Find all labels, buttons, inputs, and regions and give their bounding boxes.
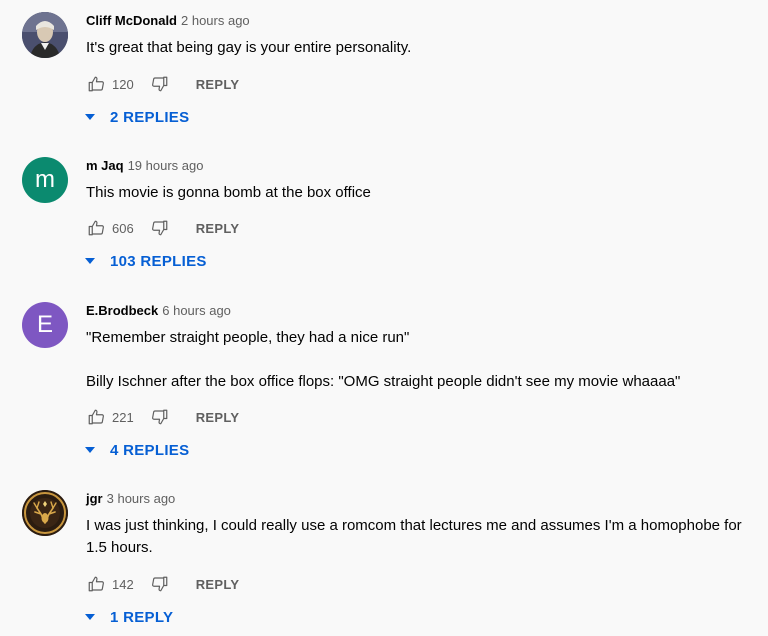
comment-actions: 221 REPLY	[86, 406, 239, 428]
comment-time[interactable]: 3 hours ago	[107, 491, 176, 506]
comment-text: It's great that being gay is your entire…	[86, 37, 762, 59]
replies-count: 1 REPLY	[110, 608, 174, 626]
avatar[interactable]: m	[22, 157, 68, 203]
reply-button[interactable]: REPLY	[196, 221, 240, 236]
view-replies-button[interactable]: 2 REPLIES	[84, 106, 189, 128]
like-button[interactable]	[86, 407, 106, 427]
comment-header: jgr 3 hours ago	[86, 490, 175, 508]
comment-header: m Jaq 19 hours ago	[86, 157, 203, 175]
caret-down-icon	[84, 611, 96, 623]
like-count: 120	[112, 76, 134, 92]
thumbs-down-icon	[151, 576, 168, 592]
thumbs-up-icon	[88, 576, 104, 592]
comment-paragraph: It's great that being gay is your entire…	[86, 39, 412, 56]
caret-down-icon	[84, 111, 96, 123]
comment-text: "Remember straight people, they had a ni…	[86, 327, 762, 393]
dislike-button[interactable]	[150, 74, 170, 94]
comment-actions: 120 REPLY	[86, 73, 239, 95]
replies-count: 2 REPLIES	[110, 108, 190, 126]
author-name[interactable]: jgr	[86, 491, 103, 506]
comment-header: Cliff McDonald 2 hours ago	[86, 12, 250, 30]
like-button[interactable]	[86, 218, 106, 238]
avatar[interactable]	[22, 12, 68, 58]
stag-emblem-icon	[22, 490, 68, 536]
thumbs-up-icon	[88, 220, 104, 236]
author-name[interactable]: Cliff McDonald	[86, 13, 177, 28]
thumbs-up-icon	[88, 409, 104, 425]
dislike-button[interactable]	[150, 218, 170, 238]
comment-time[interactable]: 19 hours ago	[128, 158, 204, 173]
dislike-button[interactable]	[150, 407, 170, 427]
comment-paragraph: This movie is gonna bomb at the box offi…	[86, 184, 371, 201]
like-count: 142	[112, 576, 134, 592]
author-name[interactable]: m Jaq	[86, 158, 124, 173]
like-count: 606	[112, 220, 134, 236]
comment-time[interactable]: 2 hours ago	[181, 13, 250, 28]
thumbs-down-icon	[151, 220, 168, 236]
avatar-letter: E	[36, 311, 53, 338]
dislike-button[interactable]	[150, 574, 170, 594]
comment-actions: 606 REPLY	[86, 217, 239, 239]
comment-time[interactable]: 6 hours ago	[162, 303, 231, 318]
comment-actions: 142 REPLY	[86, 573, 239, 595]
comment-text: This movie is gonna bomb at the box offi…	[86, 182, 762, 204]
caret-down-icon	[84, 255, 96, 267]
thumbs-up-icon	[88, 76, 104, 92]
portrait-avatar-image	[22, 12, 68, 58]
avatar-letter: m	[35, 166, 55, 193]
view-replies-button[interactable]: 4 REPLIES	[84, 439, 189, 461]
comments-section: Cliff McDonald 2 hours ago It's great tha…	[0, 0, 768, 636]
comment-paragraph: I was just thinking, I could really use …	[86, 517, 742, 556]
comment-paragraph: "Remember straight people, they had a ni…	[86, 329, 410, 346]
view-replies-button[interactable]: 103 REPLIES	[84, 250, 207, 272]
like-count: 221	[112, 409, 134, 425]
reply-button[interactable]: REPLY	[196, 410, 240, 425]
comment-text: I was just thinking, I could really use …	[86, 515, 762, 559]
thumbs-down-icon	[151, 76, 168, 92]
like-button[interactable]	[86, 574, 106, 594]
author-name[interactable]: E.Brodbeck	[86, 303, 158, 318]
comment-header: E.Brodbeck 6 hours ago	[86, 302, 231, 320]
caret-down-icon	[84, 444, 96, 456]
replies-count: 103 REPLIES	[110, 252, 207, 270]
view-replies-button[interactable]: 1 REPLY	[84, 606, 173, 628]
comment-paragraph: Billy Ischner after the box office flops…	[86, 373, 681, 390]
replies-count: 4 REPLIES	[110, 441, 190, 459]
thumbs-down-icon	[151, 409, 168, 425]
avatar[interactable]: E	[22, 302, 68, 348]
reply-button[interactable]: REPLY	[196, 77, 240, 92]
reply-button[interactable]: REPLY	[196, 577, 240, 592]
like-button[interactable]	[86, 74, 106, 94]
avatar[interactable]	[22, 490, 68, 536]
